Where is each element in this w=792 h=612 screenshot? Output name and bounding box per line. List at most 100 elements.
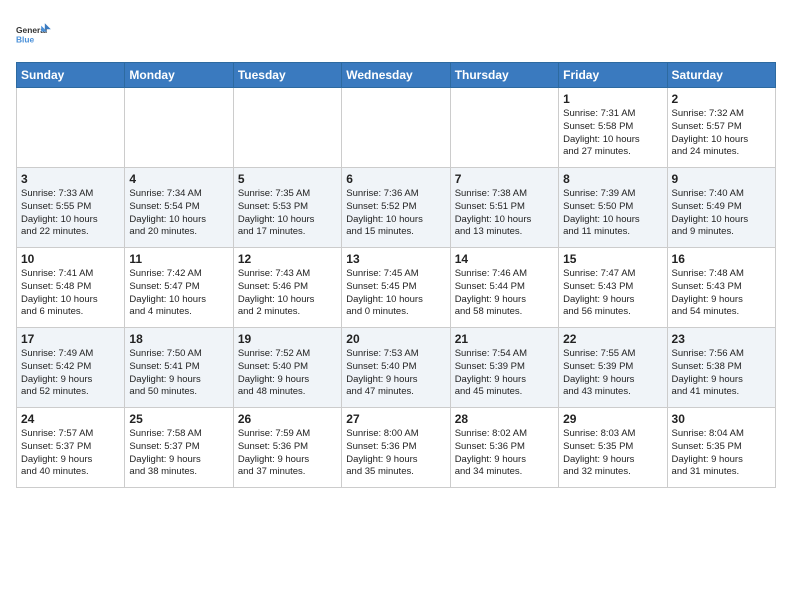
day-number: 19 [238,332,337,346]
weekday-header-tuesday: Tuesday [233,63,341,88]
day-info: Sunrise: 7:39 AMSunset: 5:50 PMDaylight:… [563,188,662,239]
day-number: 7 [455,172,554,186]
day-info: Sunrise: 7:52 AMSunset: 5:40 PMDaylight:… [238,348,337,399]
day-info: Sunrise: 7:42 AMSunset: 5:47 PMDaylight:… [129,268,228,319]
day-info: Sunrise: 7:54 AMSunset: 5:39 PMDaylight:… [455,348,554,399]
day-number: 8 [563,172,662,186]
day-info: Sunrise: 7:59 AMSunset: 5:36 PMDaylight:… [238,428,337,479]
day-number: 28 [455,412,554,426]
day-info: Sunrise: 7:46 AMSunset: 5:44 PMDaylight:… [455,268,554,319]
day-info: Sunrise: 7:34 AMSunset: 5:54 PMDaylight:… [129,188,228,239]
calendar-cell: 15 Sunrise: 7:47 AMSunset: 5:43 PMDayligh… [559,248,667,328]
calendar-cell: 1 Sunrise: 7:31 AMSunset: 5:58 PMDaylight… [559,88,667,168]
calendar-week-4: 17 Sunrise: 7:49 AMSunset: 5:42 PMDayligh… [17,328,776,408]
calendar-cell: 19 Sunrise: 7:52 AMSunset: 5:40 PMDayligh… [233,328,341,408]
calendar-cell [125,88,233,168]
day-info: Sunrise: 7:49 AMSunset: 5:42 PMDaylight:… [21,348,120,399]
day-info: Sunrise: 7:58 AMSunset: 5:37 PMDaylight:… [129,428,228,479]
calendar-cell: 3Sunrise: 7:33 AMSunset: 5:55 PMDaylight… [17,168,125,248]
calendar-cell: 7Sunrise: 7:38 AMSunset: 5:51 PMDaylight… [450,168,558,248]
day-number: 27 [346,412,445,426]
day-number: 6 [346,172,445,186]
calendar-cell: 2 Sunrise: 7:32 AMSunset: 5:57 PMDaylight… [667,88,775,168]
day-number: 22 [563,332,662,346]
day-info: Sunrise: 7:45 AMSunset: 5:45 PMDaylight:… [346,268,445,319]
calendar-cell [17,88,125,168]
weekday-header-saturday: Saturday [667,63,775,88]
day-number: 3 [21,172,120,186]
day-info: Sunrise: 8:00 AMSunset: 5:36 PMDaylight:… [346,428,445,479]
day-info: Sunrise: 7:31 AMSunset: 5:58 PMDaylight:… [563,108,662,159]
day-number: 20 [346,332,445,346]
day-info: Sunrise: 7:53 AMSunset: 5:40 PMDaylight:… [346,348,445,399]
calendar-cell: 27 Sunrise: 8:00 AMSunset: 5:36 PMDayligh… [342,408,450,488]
day-info: Sunrise: 7:57 AMSunset: 5:37 PMDaylight:… [21,428,120,479]
calendar-cell: 14 Sunrise: 7:46 AMSunset: 5:44 PMDayligh… [450,248,558,328]
weekday-header-sunday: Sunday [17,63,125,88]
calendar-cell: 4 Sunrise: 7:34 AMSunset: 5:54 PMDaylight… [125,168,233,248]
day-info: Sunrise: 7:41 AMSunset: 5:48 PMDaylight:… [21,268,120,319]
day-info: Sunrise: 7:40 AMSunset: 5:49 PMDaylight:… [672,188,771,239]
day-number: 10 [21,252,120,266]
calendar-cell: 18Sunrise: 7:50 AMSunset: 5:41 PMDayligh… [125,328,233,408]
calendar-cell: 17 Sunrise: 7:49 AMSunset: 5:42 PMDayligh… [17,328,125,408]
calendar-cell: 24 Sunrise: 7:57 AMSunset: 5:37 PMDayligh… [17,408,125,488]
day-info: Sunrise: 8:02 AMSunset: 5:36 PMDaylight:… [455,428,554,479]
calendar-cell: 29Sunrise: 8:03 AMSunset: 5:35 PMDayligh… [559,408,667,488]
day-number: 11 [129,252,228,266]
day-number: 24 [21,412,120,426]
calendar-table: SundayMondayTuesdayWednesdayThursdayFrid… [16,62,776,488]
day-info: Sunrise: 7:47 AMSunset: 5:43 PMDaylight:… [563,268,662,319]
day-number: 25 [129,412,228,426]
calendar-week-1: 1 Sunrise: 7:31 AMSunset: 5:58 PMDaylight… [17,88,776,168]
day-info: Sunrise: 8:04 AMSunset: 5:35 PMDaylight:… [672,428,771,479]
day-number: 16 [672,252,771,266]
logo-icon: GeneralBlue [16,16,52,52]
day-number: 12 [238,252,337,266]
calendar-cell [233,88,341,168]
day-number: 5 [238,172,337,186]
calendar-cell: 10 Sunrise: 7:41 AMSunset: 5:48 PMDayligh… [17,248,125,328]
day-number: 30 [672,412,771,426]
day-number: 17 [21,332,120,346]
day-number: 14 [455,252,554,266]
day-number: 13 [346,252,445,266]
day-number: 2 [672,92,771,106]
calendar-cell [450,88,558,168]
day-info: Sunrise: 7:35 AMSunset: 5:53 PMDaylight:… [238,188,337,239]
calendar-cell: 23 Sunrise: 7:56 AMSunset: 5:38 PMDayligh… [667,328,775,408]
calendar-cell: 11 Sunrise: 7:42 AMSunset: 5:47 PMDayligh… [125,248,233,328]
calendar-cell: 8 Sunrise: 7:39 AMSunset: 5:50 PMDaylight… [559,168,667,248]
day-number: 26 [238,412,337,426]
day-info: Sunrise: 7:50 AMSunset: 5:41 PMDaylight:… [129,348,228,399]
calendar-week-2: 3Sunrise: 7:33 AMSunset: 5:55 PMDaylight… [17,168,776,248]
weekday-header-thursday: Thursday [450,63,558,88]
calendar-cell: 6Sunrise: 7:36 AMSunset: 5:52 PMDaylight… [342,168,450,248]
day-number: 4 [129,172,228,186]
logo: GeneralBlue [16,16,56,52]
calendar-cell: 26 Sunrise: 7:59 AMSunset: 5:36 PMDayligh… [233,408,341,488]
calendar-cell: 9Sunrise: 7:40 AMSunset: 5:49 PMDaylight… [667,168,775,248]
day-number: 1 [563,92,662,106]
day-number: 21 [455,332,554,346]
calendar-cell: 21 Sunrise: 7:54 AMSunset: 5:39 PMDayligh… [450,328,558,408]
svg-text:Blue: Blue [16,34,35,44]
calendar-week-3: 10 Sunrise: 7:41 AMSunset: 5:48 PMDayligh… [17,248,776,328]
calendar-cell: 28 Sunrise: 8:02 AMSunset: 5:36 PMDayligh… [450,408,558,488]
day-number: 29 [563,412,662,426]
day-info: Sunrise: 7:32 AMSunset: 5:57 PMDaylight:… [672,108,771,159]
day-info: Sunrise: 7:55 AMSunset: 5:39 PMDaylight:… [563,348,662,399]
calendar-cell: 13 Sunrise: 7:45 AMSunset: 5:45 PMDayligh… [342,248,450,328]
calendar-cell: 25 Sunrise: 7:58 AMSunset: 5:37 PMDayligh… [125,408,233,488]
day-info: Sunrise: 7:56 AMSunset: 5:38 PMDaylight:… [672,348,771,399]
day-number: 15 [563,252,662,266]
weekday-header-wednesday: Wednesday [342,63,450,88]
weekday-header-friday: Friday [559,63,667,88]
calendar-cell: 20 Sunrise: 7:53 AMSunset: 5:40 PMDayligh… [342,328,450,408]
day-number: 23 [672,332,771,346]
weekday-header-monday: Monday [125,63,233,88]
header: GeneralBlue [16,16,776,52]
calendar-cell [342,88,450,168]
day-info: Sunrise: 7:48 AMSunset: 5:43 PMDaylight:… [672,268,771,319]
calendar-cell: 22 Sunrise: 7:55 AMSunset: 5:39 PMDayligh… [559,328,667,408]
